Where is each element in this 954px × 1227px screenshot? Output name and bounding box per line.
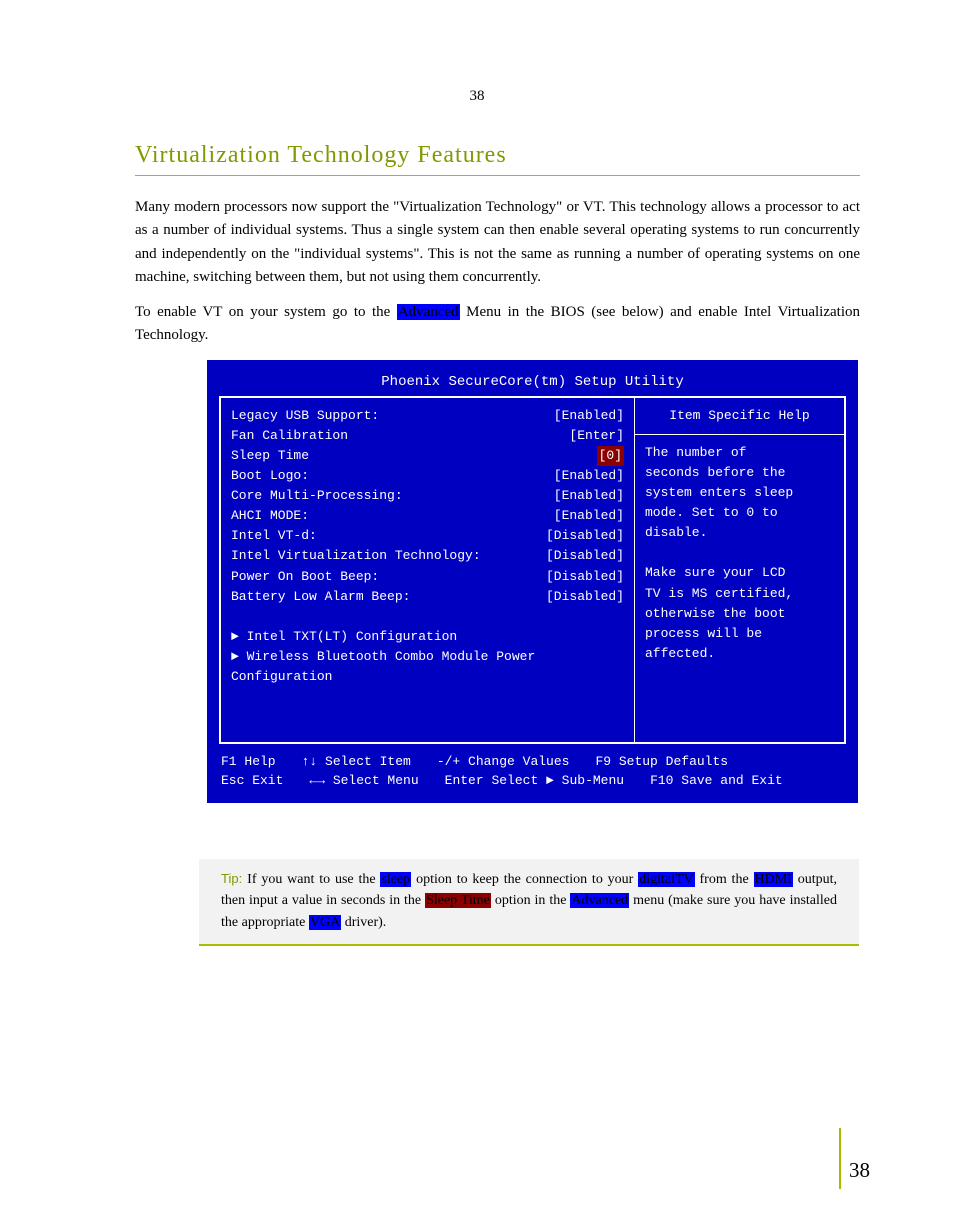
- bios-row-key: Core Multi-Processing:: [231, 486, 403, 506]
- bios-row-key: Boot Logo:: [231, 466, 309, 486]
- tip-hl-hdmi: HDMI: [754, 872, 793, 887]
- bios-footer-item: F10 Save and Exit: [650, 771, 783, 791]
- tip-label: Tip:: [221, 871, 247, 886]
- bios-row: Battery Low Alarm Beep: [Disabled]: [231, 587, 624, 607]
- bios-footer-item: F1 Help: [221, 752, 276, 772]
- tip-hl-sleeptime: Sleep Time: [425, 893, 491, 908]
- tip-t5: option in the: [491, 893, 571, 908]
- side-page-number: 38: [839, 1128, 870, 1189]
- bios-right-panel: Item Specific Help The number of seconds…: [634, 398, 844, 742]
- paragraph-2-pre: To enable VT on your system go to the: [135, 304, 397, 320]
- bios-left-text: Legacy USB Support:[Enabled]Fan Calibrat…: [231, 406, 624, 688]
- bios-footer-item: ←→ Select Menu: [309, 771, 418, 791]
- main-content: Virtualization Technology Features Many …: [135, 142, 860, 946]
- bios-row-value: [Disabled]: [546, 546, 624, 566]
- bios-row: Core Multi-Processing: [Enabled]: [231, 486, 624, 506]
- bios-row: Fan Calibration [Enter]: [231, 426, 624, 446]
- bios-footer-item: Esc Exit: [221, 771, 283, 791]
- bios-row: Sleep Time [0]: [231, 446, 624, 466]
- paragraph-1: Many modern processors now support the "…: [135, 196, 860, 289]
- tip-t2: option to keep the connection to your: [411, 872, 638, 887]
- section-heading: Virtualization Technology Features: [135, 142, 860, 176]
- bios-row-key: Legacy USB Support:: [231, 406, 379, 426]
- bios-screenshot: Phoenix SecureCore(tm) Setup Utility Leg…: [207, 360, 858, 803]
- tip-hl-digitaltv: digitalTV: [638, 872, 694, 887]
- bios-row-key: Fan Calibration: [231, 426, 348, 446]
- bios-row-key: Sleep Time: [231, 446, 309, 466]
- bios-row-key: Intel VT-d:: [231, 526, 317, 546]
- bios-row-value: [Disabled]: [546, 526, 624, 546]
- bios-left-tail: ► Intel TXT(LT) Configuration ► Wireless…: [231, 607, 624, 688]
- bios-row: AHCI MODE: [Enabled]: [231, 506, 624, 526]
- bios-row: Power On Boot Beep: [Disabled]: [231, 567, 624, 587]
- bios-footer-item: -/+ Change Values: [437, 752, 570, 772]
- bios-row-value: [Enter]: [569, 426, 624, 446]
- bios-row-key: AHCI MODE:: [231, 506, 309, 526]
- tip-hl-advanced: Advanced: [570, 893, 629, 908]
- bios-footer: F1 Help ↑↓ Select Item -/+ Change Values F9…: [207, 752, 858, 791]
- bios-row-key: Battery Low Alarm Beep:: [231, 587, 410, 607]
- bios-row-value: [0]: [597, 446, 624, 466]
- tip-box: Tip: If you want to use the sleep option…: [199, 859, 859, 946]
- bios-footer-item: Enter Select ► Sub-Menu: [445, 771, 624, 791]
- paragraph-2: To enable VT on your system go to the Ad…: [135, 301, 860, 348]
- bios-help-heading: Item Specific Help: [645, 406, 834, 426]
- bios-left-panel: Legacy USB Support:[Enabled]Fan Calibrat…: [221, 398, 634, 742]
- tip-hl-vga: VGA: [309, 915, 341, 930]
- bios-row-value: [Enabled]: [554, 466, 624, 486]
- page-number-top: 38: [470, 88, 485, 105]
- bios-row-value: [Disabled]: [546, 587, 624, 607]
- bios-footer-item: F9 Setup Defaults: [595, 752, 728, 772]
- bios-row-key: Intel Virtualization Technology:: [231, 546, 481, 566]
- tip-t3: from the: [695, 872, 754, 887]
- bios-row: Boot Logo: [Enabled]: [231, 466, 624, 486]
- bios-row-value: [Disabled]: [546, 567, 624, 587]
- bios-row: Intel Virtualization Technology: [Disable…: [231, 546, 624, 566]
- tip-hl-sleep: sleep: [380, 872, 411, 887]
- bios-row: Legacy USB Support: [Enabled]: [231, 406, 624, 426]
- bios-row-value: [Enabled]: [554, 506, 624, 526]
- bios-footer-item: ↑↓ Select Item: [302, 752, 411, 772]
- bios-help-body: The number of seconds before the system …: [645, 443, 834, 665]
- bios-row-key: Power On Boot Beep:: [231, 567, 379, 587]
- bios-title: Phoenix SecureCore(tm) Setup Utility: [381, 374, 683, 390]
- bios-row-value: [Enabled]: [554, 486, 624, 506]
- tip-t7: driver).: [341, 915, 386, 930]
- bios-row-value: [Enabled]: [554, 406, 624, 426]
- bios-table: Legacy USB Support:[Enabled]Fan Calibrat…: [219, 396, 846, 744]
- tip-t1: If you want to use the: [247, 872, 380, 887]
- highlight-advanced: Advanced: [397, 304, 460, 320]
- bios-row: Intel VT-d: [Disabled]: [231, 526, 624, 546]
